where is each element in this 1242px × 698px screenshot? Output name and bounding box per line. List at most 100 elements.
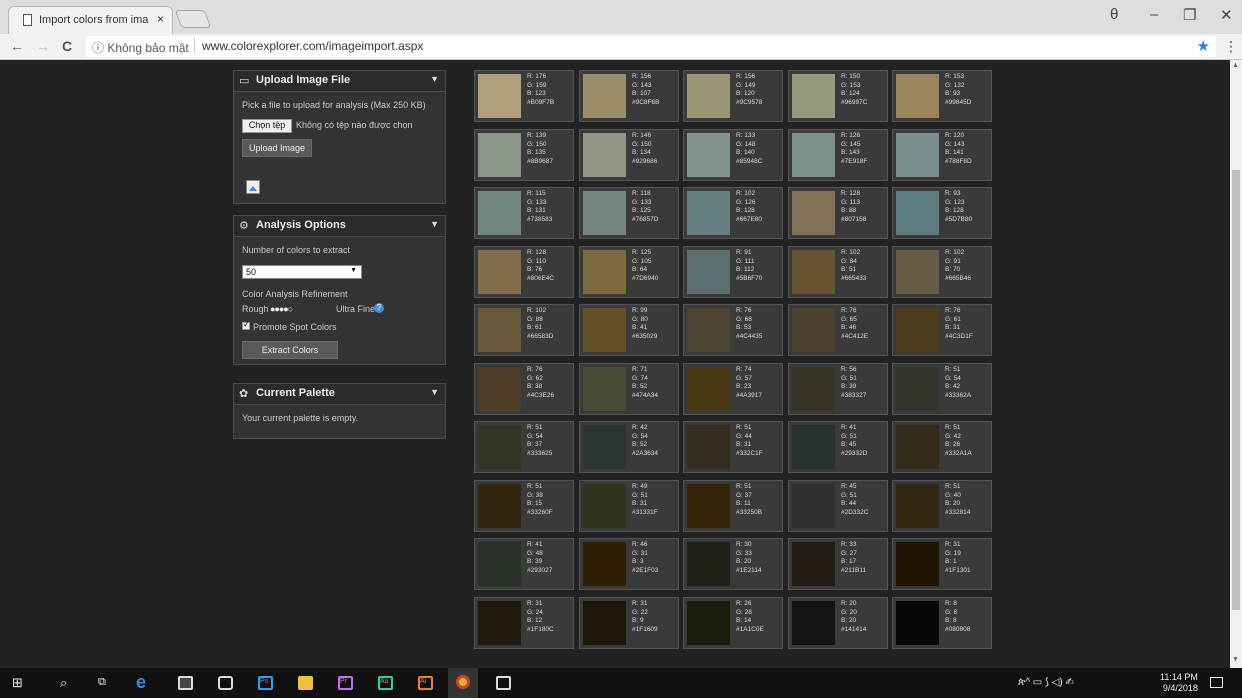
photos-icon[interactable]: [496, 676, 511, 690]
color-swatch[interactable]: R: 99 G: 80 B: 41 #635029: [579, 304, 679, 356]
color-swatch[interactable]: R: 42 G: 54 B: 52 #2A3634: [579, 421, 679, 473]
browser-tab[interactable]: Import colors from image ×: [8, 6, 173, 34]
upload-image-button[interactable]: Upload Image: [242, 139, 312, 157]
extract-colors-button[interactable]: Extract Colors: [242, 341, 338, 359]
upload-panel-header[interactable]: ▭ Upload Image File ▼: [234, 71, 445, 92]
color-swatch[interactable]: R: 31 G: 19 B: 1 #1F1301: [892, 538, 992, 590]
color-swatch[interactable]: R: 118 G: 133 B: 125 #76857D: [579, 187, 679, 239]
color-swatch[interactable]: R: 30 G: 33 B: 20 #1E2114: [683, 538, 783, 590]
scroll-thumb[interactable]: [1232, 170, 1240, 610]
color-swatch[interactable]: R: 45 G: 51 B: 44 #2D332C: [788, 480, 888, 532]
color-swatch[interactable]: R: 156 G: 143 B: 107 #9C8F6B: [579, 70, 679, 122]
color-swatch[interactable]: R: 91 G: 111 B: 112 #5B6F70: [683, 246, 783, 298]
audition-label: Au: [380, 678, 389, 685]
color-swatch[interactable]: R: 49 G: 51 B: 31 #31331F: [579, 480, 679, 532]
color-swatch[interactable]: R: 128 G: 113 B: 88 #807158: [788, 187, 888, 239]
color-swatch[interactable]: R: 51 G: 44 B: 31 #332C1F: [683, 421, 783, 473]
promote-spot-checkbox[interactable]: ✓: [242, 320, 250, 330]
color-swatch[interactable]: R: 146 G: 150 B: 134 #929686: [579, 129, 679, 181]
refinement-slider[interactable]: ●●●●○: [270, 304, 293, 314]
color-swatch[interactable]: R: 115 G: 133 B: 131 #738583: [474, 187, 574, 239]
color-swatch[interactable]: R: 41 G: 51 B: 45 #29332D: [788, 421, 888, 473]
color-swatch[interactable]: R: 74 G: 57 B: 23 #4A3917: [683, 363, 783, 415]
color-swatch[interactable]: R: 102 G: 84 B: 51 #665433: [788, 246, 888, 298]
color-swatch[interactable]: R: 20 G: 20 B: 20 #141414: [788, 597, 888, 649]
search-icon[interactable]: ⌕: [60, 675, 67, 691]
color-swatch[interactable]: R: 51 G: 40 B: 20 #332814: [892, 480, 992, 532]
address-bar[interactable]: ⓘ Không bảo mật www.colorexplorer.com/im…: [86, 36, 1216, 57]
color-swatch[interactable]: R: 46 G: 31 B: 3 #2E1F03: [579, 538, 679, 590]
security-indicator[interactable]: ⓘ Không bảo mật: [92, 39, 189, 56]
analysis-panel-header[interactable]: ⚙ Analysis Options ▼: [234, 216, 445, 237]
color-swatch[interactable]: R: 139 G: 150 B: 135 #8B9687: [474, 129, 574, 181]
collapse-caret-icon[interactable]: ▼: [430, 74, 439, 84]
chrome-taskbar-active[interactable]: [448, 668, 478, 698]
color-swatch[interactable]: R: 128 G: 110 B: 76 #806E4C: [474, 246, 574, 298]
color-swatch[interactable]: R: 33 G: 27 B: 17 #211B11: [788, 538, 888, 590]
windows-start-icon[interactable]: ⊞: [12, 675, 23, 691]
tab-close-icon[interactable]: ×: [157, 12, 164, 26]
color-swatch[interactable]: R: 56 G: 51 B: 39 #383327: [788, 363, 888, 415]
color-swatch[interactable]: R: 51 G: 37 B: 11 #33250B: [683, 480, 783, 532]
system-tray-icons[interactable]: ጵ^ ▭ ⟆ ◁) ✍: [1018, 677, 1074, 688]
color-swatch[interactable]: R: 102 G: 91 B: 70 #665B46: [892, 246, 992, 298]
page-scrollbar[interactable]: ▲ ▼: [1230, 60, 1242, 668]
edge-icon[interactable]: e: [136, 672, 146, 693]
color-swatch[interactable]: R: 93 G: 123 B: 128 #5D7B80: [892, 187, 992, 239]
color-swatch[interactable]: R: 156 G: 149 B: 120 #9C9578: [683, 70, 783, 122]
color-swatch[interactable]: R: 176 G: 159 B: 123 #B09F7B: [474, 70, 574, 122]
minimize-button[interactable]: –: [1150, 6, 1158, 23]
color-swatch[interactable]: R: 120 G: 143 B: 141 #788F8D: [892, 129, 992, 181]
color-swatch[interactable]: R: 76 G: 62 B: 38 #4C3E26: [474, 363, 574, 415]
profile-icon[interactable]: θ: [1110, 6, 1118, 23]
illustrator-icon[interactable]: Ai: [418, 676, 433, 690]
close-button[interactable]: ✕: [1220, 6, 1233, 24]
scroll-down-icon[interactable]: ▼: [1232, 656, 1239, 663]
file-explorer-icon[interactable]: [298, 676, 313, 690]
color-swatch[interactable]: R: 26 G: 28 B: 14 #1A1C0E: [683, 597, 783, 649]
audition-icon[interactable]: Au: [378, 676, 393, 690]
store-icon[interactable]: [178, 676, 193, 690]
color-swatch[interactable]: R: 126 G: 145 B: 143 #7E918F: [788, 129, 888, 181]
reload-icon[interactable]: C: [62, 38, 72, 54]
photoshop-icon[interactable]: Ps: [258, 676, 273, 690]
new-tab-button[interactable]: [174, 10, 212, 28]
color-swatch[interactable]: R: 8 G: 8 B: 8 #080808: [892, 597, 992, 649]
color-swatch[interactable]: R: 71 G: 74 B: 52 #474A34: [579, 363, 679, 415]
color-swatch[interactable]: R: 133 G: 148 B: 140 #85948C: [683, 129, 783, 181]
bookmark-star-icon[interactable]: ★: [1197, 37, 1210, 55]
palette-panel-header[interactable]: ✿ Current Palette ▼: [234, 384, 445, 405]
premiere-icon[interactable]: Pr: [338, 676, 353, 690]
notification-icon[interactable]: [1210, 677, 1223, 688]
url-text[interactable]: www.colorexplorer.com/imageimport.aspx: [202, 39, 423, 53]
mail-icon[interactable]: [218, 676, 233, 690]
color-swatch[interactable]: R: 31 G: 22 B: 9 #1F1609: [579, 597, 679, 649]
clock[interactable]: 11:14 PM 9/4/2018: [1160, 672, 1198, 694]
color-swatch[interactable]: R: 51 G: 38 B: 15 #33260F: [474, 480, 574, 532]
colors-count-select[interactable]: 50 ▼: [242, 265, 362, 279]
color-swatch[interactable]: R: 31 G: 24 B: 12 #1F180C: [474, 597, 574, 649]
color-swatch[interactable]: R: 51 G: 42 B: 26 #332A1A: [892, 421, 992, 473]
color-swatch[interactable]: R: 76 G: 65 B: 46 #4C412E: [788, 304, 888, 356]
color-swatch[interactable]: R: 76 G: 68 B: 53 #4C4435: [683, 304, 783, 356]
collapse-caret-icon[interactable]: ▼: [430, 387, 439, 397]
scroll-up-icon[interactable]: ▲: [1232, 62, 1239, 69]
task-view-icon[interactable]: ⧉: [98, 676, 106, 689]
color-swatch[interactable]: R: 153 G: 132 B: 93 #99845D: [892, 70, 992, 122]
color-swatch[interactable]: R: 125 G: 105 B: 64 #7D6940: [579, 246, 679, 298]
color-values: R: 49 G: 51 B: 31 #31331F: [632, 483, 658, 516]
color-swatch[interactable]: R: 51 G: 54 B: 42 #33362A: [892, 363, 992, 415]
color-swatch[interactable]: R: 102 G: 88 B: 61 #66583D: [474, 304, 574, 356]
color-swatch[interactable]: R: 102 G: 126 B: 128 #667E80: [683, 187, 783, 239]
color-swatch[interactable]: R: 150 G: 153 B: 124 #96997C: [788, 70, 888, 122]
maximize-button[interactable]: ❐: [1183, 6, 1196, 24]
help-icon[interactable]: ?: [374, 303, 384, 313]
choose-file-button[interactable]: Chọn tệp: [242, 119, 292, 133]
color-swatch[interactable]: R: 76 G: 61 B: 31 #4C3D1F: [892, 304, 992, 356]
collapse-caret-icon[interactable]: ▼: [430, 219, 439, 229]
forward-icon[interactable]: →: [36, 38, 50, 54]
back-icon[interactable]: ←: [10, 38, 24, 54]
browser-menu-icon[interactable]: ⋮: [1224, 38, 1238, 55]
color-swatch[interactable]: R: 41 G: 48 B: 39 #293027: [474, 538, 574, 590]
color-swatch[interactable]: R: 51 G: 54 B: 37 #333625: [474, 421, 574, 473]
